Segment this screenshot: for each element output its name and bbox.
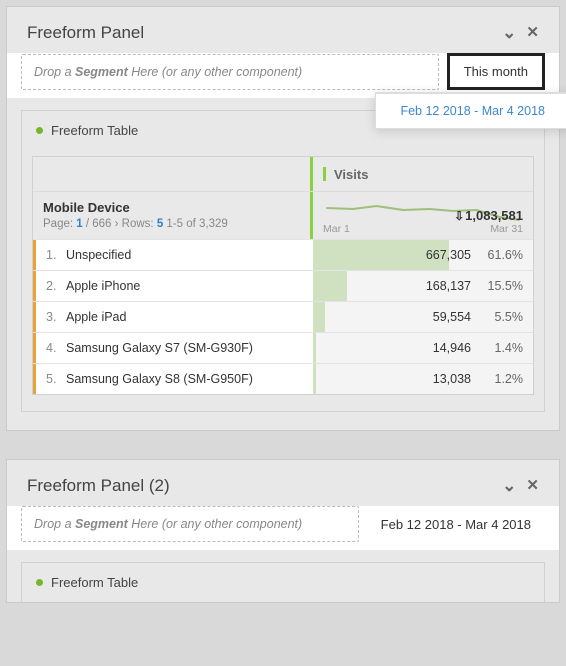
dimension-name: Mobile Device xyxy=(43,200,300,215)
row-number: 3. xyxy=(46,310,60,324)
spark-end: Mar 31 xyxy=(490,223,523,235)
freeform-panel-1: Freeform Panel ⌄ ✕ Drop a Segment Here (… xyxy=(6,6,560,431)
close-icon[interactable]: ✕ xyxy=(526,476,539,496)
row-percent: 1.4% xyxy=(483,341,523,355)
row-percent: 61.6% xyxy=(483,248,523,262)
spark-start: Mar 1 xyxy=(323,223,350,235)
date-range-popup-text: Feb 12 2018 - Mar 4 2018 xyxy=(400,104,545,118)
sparkline-labels: Mar 1 Mar 31 xyxy=(323,223,523,235)
row-label: Samsung Galaxy S8 (SM-G950F) xyxy=(66,372,253,386)
row-label: Apple iPhone xyxy=(66,279,140,293)
row-metric-cell: 667,305 61.6% xyxy=(313,240,533,270)
row-value: 667,305 xyxy=(426,248,471,262)
status-dot-icon xyxy=(36,127,43,134)
dropzone-text-suffix: Here (or any other component) xyxy=(128,517,302,531)
row-number: 1. xyxy=(46,248,60,262)
segment-dropzone[interactable]: Drop a Segment Here (or any other compon… xyxy=(21,54,439,90)
panel-title: Freeform Panel xyxy=(27,23,502,43)
table-meta-row: Mobile Device Page: 1 / 666 › Rows: 5 1-… xyxy=(33,191,533,239)
metric-meta: Mar 1 Mar 31 ⇩1,083,581 xyxy=(313,192,533,239)
table-row[interactable]: 3. Apple iPad 59,554 5.5% xyxy=(33,301,533,332)
row-bar xyxy=(313,302,325,332)
row-number: 2. xyxy=(46,279,60,293)
date-range-label: This month xyxy=(464,64,528,79)
freeform-panel-2: Freeform Panel (2) ⌄ ✕ Drop a Segment He… xyxy=(6,459,560,603)
dropzone-text-suffix: Here (or any other component) xyxy=(128,65,302,79)
row-percent: 15.5% xyxy=(483,279,523,293)
dropzone-segment-word: Segment xyxy=(75,65,128,79)
row-value: 168,137 xyxy=(426,279,471,293)
pager: Page: 1 / 666 › Rows: 5 1-5 of 3,329 xyxy=(43,218,300,230)
freeform-table-card: Freeform Table Visits Mobile Device Page… xyxy=(21,110,545,412)
panel-controls: ⌄ ✕ xyxy=(502,476,539,496)
row-metric-cell: 14,946 1.4% xyxy=(313,333,533,363)
total-value: 1,083,581 xyxy=(465,208,523,223)
dropzone-text-prefix: Drop a xyxy=(34,65,75,79)
collapse-icon[interactable]: ⌄ xyxy=(502,476,516,496)
row-dimension-cell: 4. Samsung Galaxy S7 (SM-G930F) xyxy=(33,333,313,363)
page-total: 666 xyxy=(92,218,111,230)
panel-toolbar: Drop a Segment Here (or any other compon… xyxy=(7,506,559,550)
dropzone-segment-word: Segment xyxy=(75,517,128,531)
dimension-column-head[interactable] xyxy=(33,157,313,191)
card-title: Freeform Table xyxy=(51,575,138,590)
close-icon[interactable]: ✕ xyxy=(526,23,539,43)
metric-name: Visits xyxy=(334,167,368,182)
row-dimension-cell: 5. Samsung Galaxy S8 (SM-G950F) xyxy=(33,364,313,394)
row-dimension-cell: 3. Apple iPad xyxy=(33,302,313,332)
row-percent: 5.5% xyxy=(483,310,523,324)
row-value: 13,038 xyxy=(433,372,471,386)
table-row[interactable]: 1. Unspecified 667,305 61.6% xyxy=(33,239,533,270)
table-body: 1. Unspecified 667,305 61.6% 2. Apple iPhone 1… xyxy=(33,239,533,394)
freeform-table-card: Freeform Table xyxy=(21,562,545,602)
table-row[interactable]: 2. Apple iPhone 168,137 15.5% xyxy=(33,270,533,301)
rows-prefix: Rows: xyxy=(118,218,156,230)
range-text: 1-5 of 3,329 xyxy=(163,218,228,230)
row-bar xyxy=(313,364,316,394)
page-sep: / xyxy=(83,218,93,230)
date-range-selector[interactable]: Feb 12 2018 - Mar 4 2018 xyxy=(367,509,545,540)
row-value: 14,946 xyxy=(433,341,471,355)
panel-toolbar: Drop a Segment Here (or any other compon… xyxy=(7,53,559,98)
status-dot-icon xyxy=(36,579,43,586)
row-number: 4. xyxy=(46,341,60,355)
row-label: Samsung Galaxy S7 (SM-G930F) xyxy=(66,341,253,355)
date-range-selector[interactable]: This month Feb 12 2018 - Mar 4 2018 xyxy=(447,53,545,90)
row-number: 5. xyxy=(46,372,60,386)
panel-controls: ⌄ ✕ xyxy=(502,23,539,43)
table-row[interactable]: 5. Samsung Galaxy S8 (SM-G950F) 13,038 1.2% xyxy=(33,363,533,394)
date-range-popup[interactable]: Feb 12 2018 - Mar 4 2018 xyxy=(375,92,566,129)
date-range-label: Feb 12 2018 - Mar 4 2018 xyxy=(381,517,531,532)
panel-header: Freeform Panel (2) ⌄ ✕ xyxy=(7,460,559,506)
sort-desc-icon[interactable]: ⇩ xyxy=(454,209,464,223)
row-label: Apple iPad xyxy=(66,310,126,324)
pager-prefix: Page: xyxy=(43,218,76,230)
metric-indicator-icon xyxy=(323,167,326,181)
row-bar xyxy=(313,271,347,301)
row-bar xyxy=(313,333,316,363)
row-label: Unspecified xyxy=(66,248,131,262)
collapse-icon[interactable]: ⌄ xyxy=(502,23,516,43)
panel-header: Freeform Panel ⌄ ✕ xyxy=(7,7,559,53)
card-header: Freeform Table xyxy=(22,563,544,602)
metric-total: ⇩1,083,581 xyxy=(454,208,523,223)
panel-title: Freeform Panel (2) xyxy=(27,476,502,496)
segment-dropzone[interactable]: Drop a Segment Here (or any other compon… xyxy=(21,506,359,542)
table-row[interactable]: 4. Samsung Galaxy S7 (SM-G930F) 14,946 1.4% xyxy=(33,332,533,363)
row-value: 59,554 xyxy=(433,310,471,324)
row-metric-cell: 168,137 15.5% xyxy=(313,271,533,301)
row-percent: 1.2% xyxy=(483,372,523,386)
metric-column-head[interactable]: Visits xyxy=(313,157,533,191)
dimension-meta: Mobile Device Page: 1 / 666 › Rows: 5 1-… xyxy=(33,192,313,239)
dropzone-text-prefix: Drop a xyxy=(34,517,75,531)
row-dimension-cell: 1. Unspecified xyxy=(33,240,313,270)
table-head-row: Visits xyxy=(33,157,533,191)
row-metric-cell: 59,554 5.5% xyxy=(313,302,533,332)
row-metric-cell: 13,038 1.2% xyxy=(313,364,533,394)
freeform-table: Visits Mobile Device Page: 1 / 666 › Row… xyxy=(32,156,534,395)
row-dimension-cell: 2. Apple iPhone xyxy=(33,271,313,301)
card-title: Freeform Table xyxy=(51,123,138,138)
